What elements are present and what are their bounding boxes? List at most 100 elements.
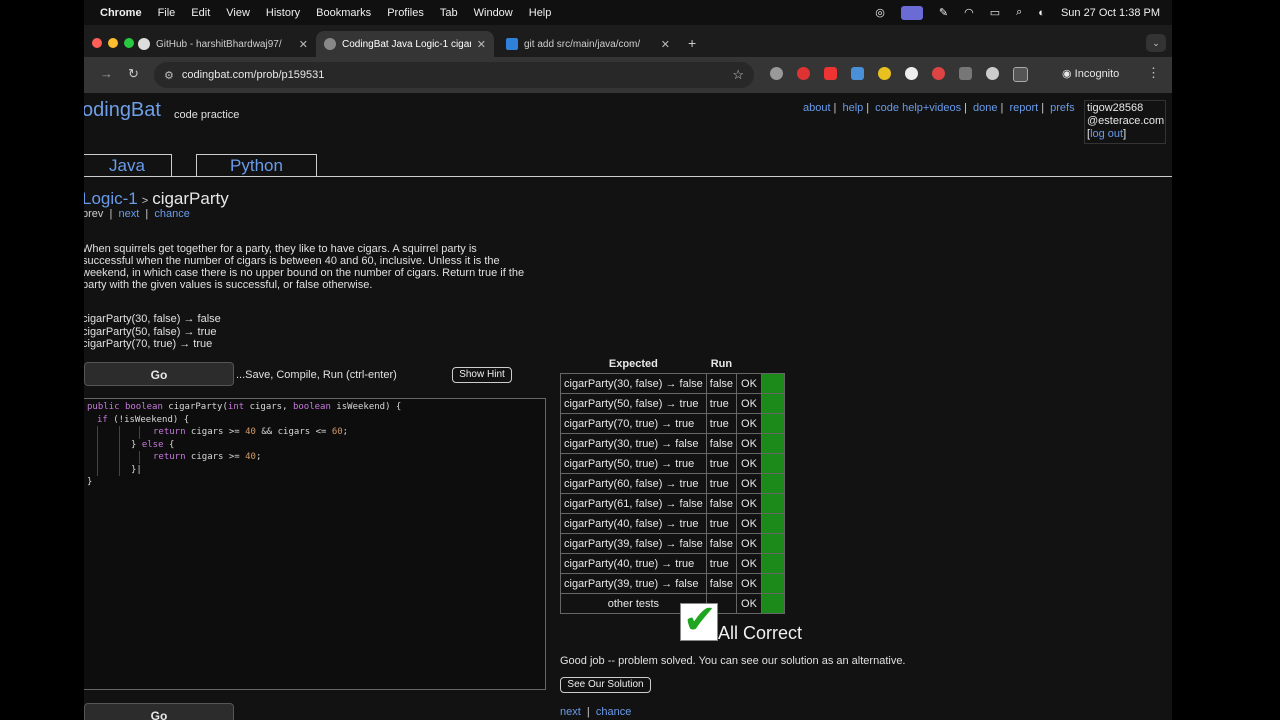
close-tab-icon[interactable]: ✕ <box>477 38 486 51</box>
puzzle-icon[interactable] <box>1013 67 1028 82</box>
extension-icon[interactable] <box>986 67 999 80</box>
close-tab-icon[interactable]: ✕ <box>661 38 670 51</box>
pen-icon[interactable]: ✎ <box>939 6 948 19</box>
tab-search-icon[interactable]: ⌄ <box>1146 34 1166 52</box>
menubar-clock[interactable]: Sun 27 Oct 1:38 PM <box>1061 7 1160 19</box>
status-cell: OK <box>736 513 762 534</box>
search-icon[interactable]: ⌕ <box>1016 6 1022 19</box>
go-hint: ...Save, Compile, Run (ctrl-enter) <box>236 369 397 381</box>
table-row: cigarParty(61, false) → false false OK <box>560 493 785 514</box>
pass-indicator <box>760 373 785 394</box>
bookmark-star-icon[interactable]: ☆ <box>732 67 744 83</box>
display-icon[interactable] <box>900 5 923 20</box>
globe-icon <box>324 38 336 50</box>
github-icon <box>138 38 150 50</box>
link-prefs[interactable]: prefs <box>1050 102 1074 114</box>
pass-indicator <box>760 533 785 554</box>
results-table: Expected Run cigarParty(30, false) → fal… <box>560 355 785 614</box>
link-report[interactable]: report <box>1009 102 1038 114</box>
site-logo[interactable]: odingBat <box>84 99 161 122</box>
status-cell: OK <box>736 373 762 394</box>
table-row: cigarParty(40, true) → true true OK <box>560 553 785 574</box>
next-link-bottom[interactable]: next <box>560 706 581 718</box>
menu-bookmarks[interactable]: Bookmarks <box>316 7 371 19</box>
menu-file[interactable]: File <box>158 7 176 19</box>
extension-icon[interactable] <box>824 67 837 80</box>
forward-icon[interactable]: → <box>100 66 113 81</box>
run-cell: true <box>705 413 738 434</box>
pass-indicator <box>760 453 785 474</box>
code-line-6: }| <box>84 463 545 476</box>
tab-vscode[interactable]: git add src/main/java/com/ ✕ <box>498 31 678 57</box>
link-code-help[interactable]: code help+videos <box>875 102 961 114</box>
address-bar[interactable]: ⚙ codingbat.com/prob/p159531 ☆ <box>154 62 754 88</box>
link-about[interactable]: about <box>803 102 831 114</box>
menu-help[interactable]: Help <box>529 7 552 19</box>
code-editor[interactable]: public boolean cigarParty(int cigars, bo… <box>84 398 546 690</box>
menu-edit[interactable]: Edit <box>191 7 210 19</box>
link-done[interactable]: done <box>973 102 997 114</box>
run-cell: true <box>705 513 738 534</box>
prev-link[interactable]: prev <box>84 208 103 220</box>
table-row: cigarParty(40, false) → true true OK <box>560 513 785 534</box>
wifi-icon[interactable]: ◠ <box>964 6 974 19</box>
extension-icon[interactable] <box>878 67 891 80</box>
run-cell: false <box>705 533 738 554</box>
extensions-bar <box>770 67 1042 82</box>
site-info-icon[interactable]: ⚙ <box>164 69 174 82</box>
extension-icon[interactable] <box>770 67 783 80</box>
see-solution-button[interactable]: See Our Solution <box>560 677 651 693</box>
menu-history[interactable]: History <box>266 7 300 19</box>
table-row: cigarParty(60, false) → true true OK <box>560 473 785 494</box>
link-help[interactable]: help <box>842 102 863 114</box>
more-menu-icon[interactable]: ⋮ <box>1147 65 1160 81</box>
tab-java[interactable]: Java <box>84 154 172 176</box>
site-links: about | help | code help+videos | done | rep… <box>803 102 1075 114</box>
extension-icon[interactable] <box>851 67 864 80</box>
new-tab-icon[interactable]: + <box>688 35 696 51</box>
menu-app-name[interactable]: Chrome <box>100 7 142 19</box>
vscode-icon <box>506 38 518 50</box>
go-button[interactable]: Go <box>84 362 234 386</box>
tab-python[interactable]: Python <box>196 154 317 176</box>
example-line: cigarParty(70, true) → true <box>84 338 213 350</box>
status-cell: OK <box>736 413 762 434</box>
control-center-icon[interactable]: ◐ <box>1038 7 1045 19</box>
run-cell: true <box>705 393 738 414</box>
status-cell: OK <box>736 433 762 454</box>
next-link[interactable]: next <box>119 208 140 220</box>
extension-icon[interactable] <box>959 67 972 80</box>
close-window-icon[interactable] <box>92 38 102 48</box>
go-button-bottom[interactable]: Go <box>84 703 234 720</box>
menu-view[interactable]: View <box>226 7 250 19</box>
status-cell: OK <box>736 493 762 514</box>
menu-tab[interactable]: Tab <box>440 7 458 19</box>
battery-icon[interactable]: ▭ <box>990 6 1000 19</box>
expected-cell: cigarParty(50, true) → true <box>560 453 707 474</box>
tab-github[interactable]: GitHub - harshitBhardwaj97/ ✕ <box>130 31 316 57</box>
expected-cell: cigarParty(39, false) → false <box>560 533 707 554</box>
chance-link-bottom[interactable]: chance <box>596 706 631 718</box>
pass-indicator <box>760 513 785 534</box>
tab-strip: GitHub - harshitBhardwaj97/ ✕ CodingBat … <box>84 29 1172 57</box>
breadcrumb-section[interactable]: Logic-1 <box>84 189 138 208</box>
reload-icon[interactable]: ↻ <box>128 66 139 82</box>
menu-profiles[interactable]: Profiles <box>387 7 424 19</box>
close-tab-icon[interactable]: ✕ <box>299 38 308 51</box>
expected-cell: cigarParty(30, true) → false <box>560 433 707 454</box>
incognito-indicator[interactable]: ◉ Incognito <box>1062 67 1119 80</box>
url-text[interactable]: codingbat.com/prob/p159531 <box>182 69 325 81</box>
tab-codingbat[interactable]: CodingBat Java Logic-1 cigar ✕ <box>316 31 494 57</box>
screen-share-icon[interactable]: ◎ <box>875 6 885 19</box>
pass-indicator <box>760 433 785 454</box>
menu-window[interactable]: Window <box>474 7 513 19</box>
extension-icon[interactable] <box>932 67 945 80</box>
minimize-window-icon[interactable] <box>108 38 118 48</box>
extension-icon[interactable] <box>797 67 810 80</box>
logout-link[interactable]: log out <box>1090 128 1123 140</box>
show-hint-button[interactable]: Show Hint <box>452 367 512 383</box>
example-line: cigarParty(50, false) → true <box>84 325 217 338</box>
problem-title: cigarParty <box>152 189 229 208</box>
extension-icon[interactable] <box>905 67 918 80</box>
chance-link[interactable]: chance <box>154 208 189 220</box>
